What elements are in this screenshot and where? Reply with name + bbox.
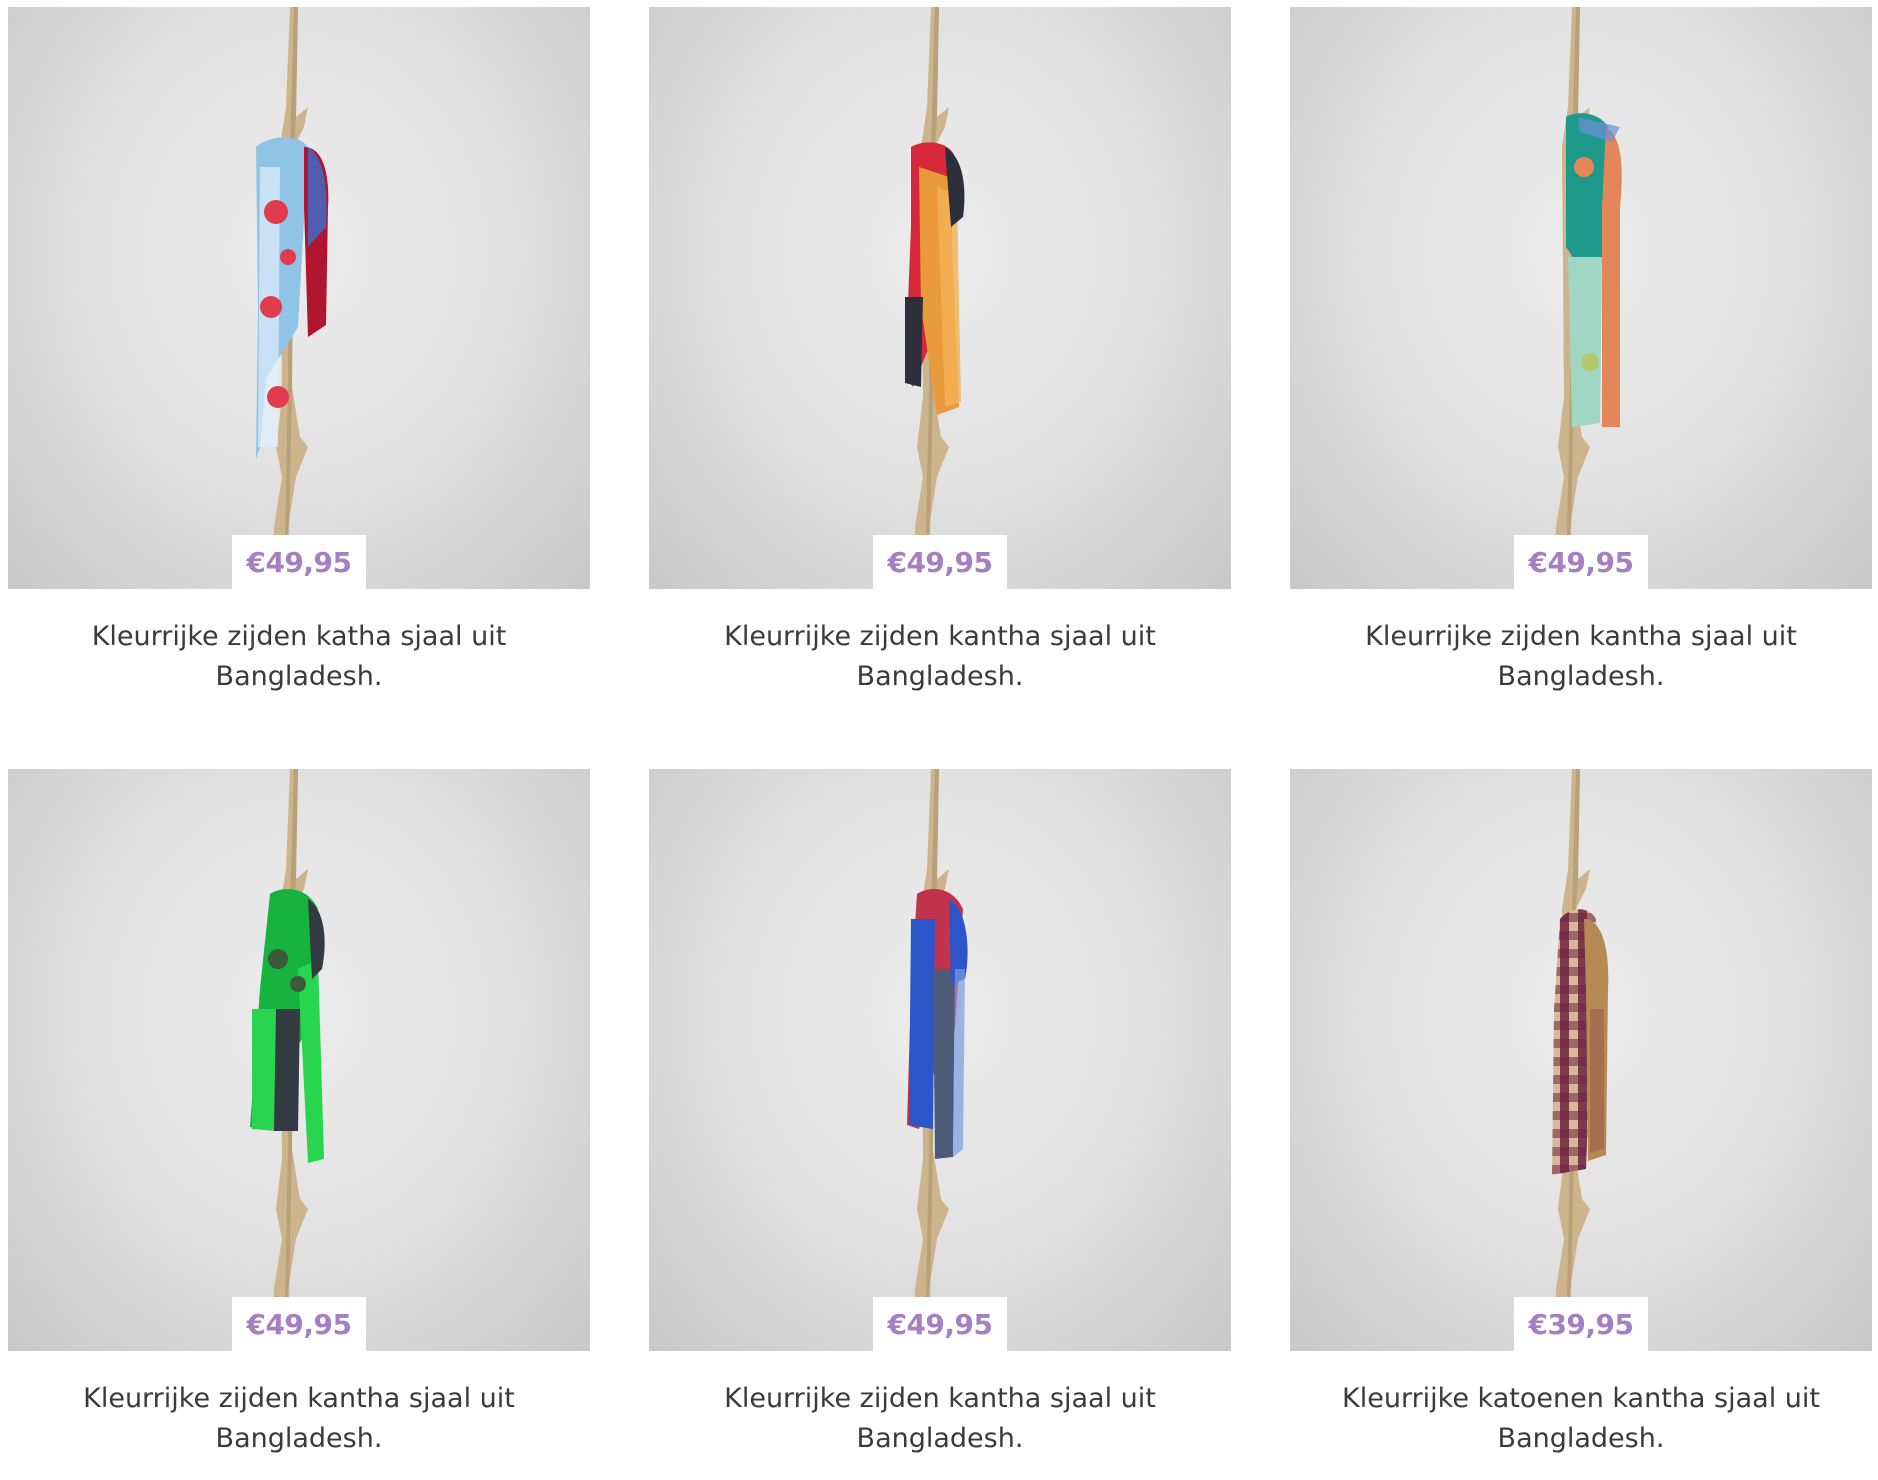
product-card[interactable]: €49,95 Kleurrijke zijden katha sjaal uit… xyxy=(8,7,590,697)
product-image[interactable]: €49,95 xyxy=(8,769,590,1351)
product-title-link[interactable]: Kleurrijke zijden kantha sjaal uit Bangl… xyxy=(660,617,1220,697)
product-image[interactable]: €49,95 xyxy=(649,769,1231,1351)
scarf-on-branch-illustration xyxy=(907,769,968,1351)
scarf-on-branch-illustration xyxy=(250,769,325,1351)
product-title-link[interactable]: Kleurrijke zijden kantha sjaal uit Bangl… xyxy=(1301,617,1861,697)
product-price: €49,95 xyxy=(873,535,1007,589)
product-card[interactable]: €49,95 Kleurrijke zijden kantha sjaal ui… xyxy=(649,769,1231,1459)
product-card[interactable]: €49,95 Kleurrijke zijden kantha sjaal ui… xyxy=(649,7,1231,697)
product-image[interactable]: €49,95 xyxy=(1290,7,1872,589)
product-grid: €49,95 Kleurrijke zijden katha sjaal uit… xyxy=(0,0,1878,1480)
product-title-link[interactable]: Kleurrijke katoenen kantha sjaal uit Ban… xyxy=(1301,1379,1861,1459)
product-price: €49,95 xyxy=(1514,535,1648,589)
product-card[interactable]: €39,95 Kleurrijke katoenen kantha sjaal … xyxy=(1290,769,1872,1459)
product-title-link[interactable]: Kleurrijke zijden kantha sjaal uit Bangl… xyxy=(19,1379,579,1459)
product-price: €49,95 xyxy=(873,1297,1007,1351)
scarf-on-branch-illustration xyxy=(1554,7,1622,589)
product-card[interactable]: €49,95 Kleurrijke zijden kantha sjaal ui… xyxy=(8,769,590,1459)
product-image[interactable]: €49,95 xyxy=(649,7,1231,589)
product-title-link[interactable]: Kleurrijke zijden kantha sjaal uit Bangl… xyxy=(660,1379,1220,1459)
product-image[interactable]: €49,95 xyxy=(8,7,590,589)
product-price: €49,95 xyxy=(232,535,366,589)
product-card[interactable]: €49,95 Kleurrijke zijden kantha sjaal ui… xyxy=(1290,7,1872,697)
product-price: €49,95 xyxy=(232,1297,366,1351)
product-price: €39,95 xyxy=(1514,1297,1648,1351)
product-image[interactable]: €39,95 xyxy=(1290,769,1872,1351)
scarf-on-branch-illustration xyxy=(256,7,329,589)
scarf-on-branch-illustration xyxy=(1552,769,1609,1351)
scarf-on-branch-illustration xyxy=(905,7,965,589)
product-title-link[interactable]: Kleurrijke zijden katha sjaal uit Bangla… xyxy=(19,617,579,697)
